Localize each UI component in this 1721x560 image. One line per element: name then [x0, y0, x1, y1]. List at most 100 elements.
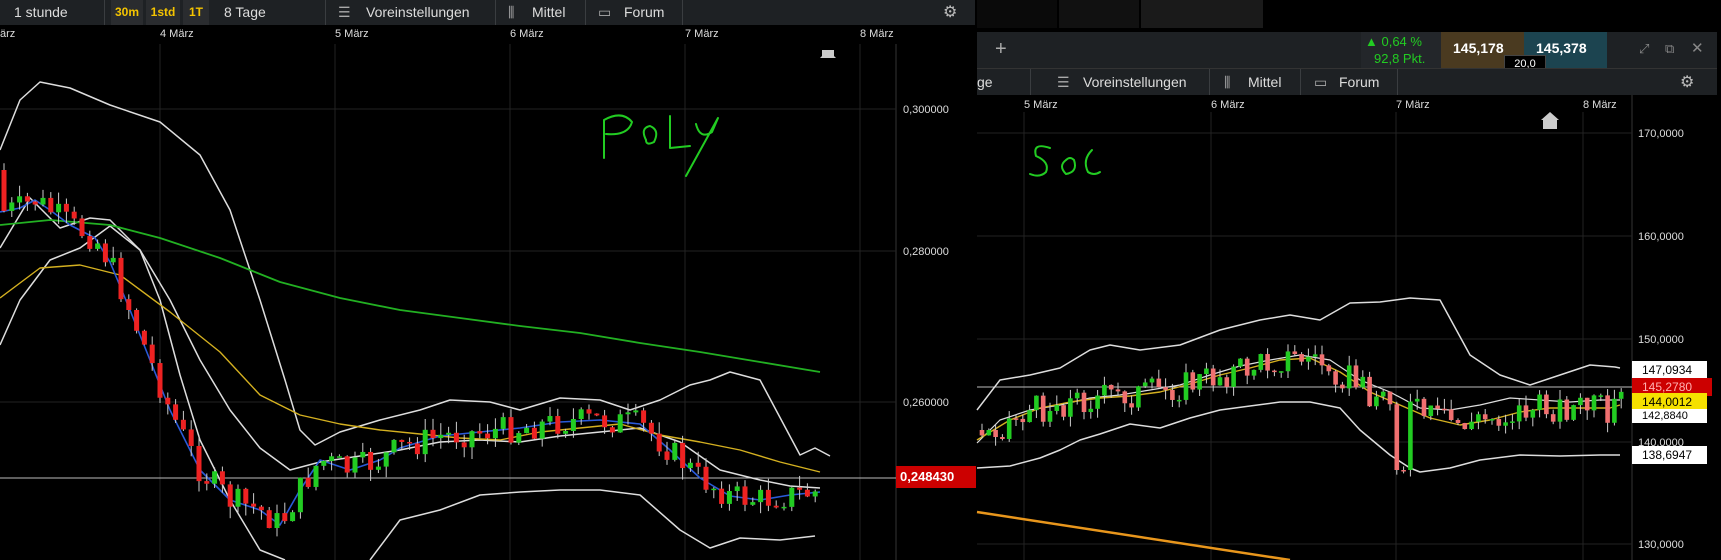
right-candle-body — [1380, 391, 1386, 397]
right-candle-body — [1095, 395, 1100, 409]
right-candle-body — [1306, 356, 1311, 362]
right-candle-body — [1258, 354, 1264, 370]
left-candle-body — [297, 477, 303, 513]
left-candle-body — [430, 429, 436, 439]
right-candle-body — [1442, 408, 1447, 411]
left-candle-body — [126, 299, 132, 311]
right-candle-body — [1557, 399, 1563, 422]
left-candle-body — [695, 462, 701, 467]
date-label-left-5: 8 März — [860, 28, 894, 40]
left-candle-body — [594, 413, 600, 416]
left-candle-body — [555, 416, 561, 434]
left-candle-body — [282, 513, 288, 522]
right-candle-body — [979, 430, 985, 436]
left-candle-body — [672, 442, 678, 460]
right-candle-body — [1081, 392, 1087, 413]
right-candle-body — [1408, 401, 1413, 470]
left-candle-body — [477, 431, 483, 434]
right-candle-body — [1428, 405, 1434, 417]
left-candle-body — [531, 427, 537, 439]
left-candle-body — [352, 457, 358, 473]
left-candle-body — [586, 409, 592, 414]
right-candle-body — [1000, 437, 1005, 439]
left-candle-body — [492, 428, 498, 439]
right-candle-body — [1584, 397, 1590, 411]
left-candle-body — [87, 236, 93, 249]
right-candle-body — [1020, 418, 1026, 423]
left-candle-body — [336, 456, 342, 458]
right-candle-body — [1550, 414, 1556, 422]
right-candle-body — [986, 429, 992, 436]
right-candle-body — [1224, 377, 1230, 387]
left-candle-body — [9, 202, 15, 211]
left-candle-body — [235, 488, 241, 507]
left-candle-body — [500, 417, 506, 429]
right-candle-body — [1312, 354, 1318, 357]
right-candle-body — [1482, 414, 1488, 420]
left-candle-body — [407, 441, 413, 444]
left-candle-body — [414, 443, 420, 455]
right-candle-body — [1054, 405, 1060, 411]
price-label-right-0: 170,0000 — [1638, 128, 1684, 140]
left-candle-body — [219, 471, 225, 485]
right-candle-body — [1591, 395, 1597, 411]
left-candle-body — [773, 505, 779, 508]
right-candle-body — [1448, 409, 1454, 420]
right-candle-body — [1367, 376, 1372, 407]
left-candle-body — [274, 513, 280, 528]
right-home-marker-body — [1543, 120, 1557, 129]
left-home-marker-body — [822, 50, 834, 58]
left-candle-body — [758, 489, 764, 503]
left-candle-body — [79, 218, 85, 237]
date-label-left-0: ärz — [0, 28, 16, 40]
left-candle-body — [141, 330, 147, 345]
left-candle-body — [570, 419, 576, 431]
right-candle-body — [1374, 396, 1379, 407]
right-candle-body — [1476, 414, 1481, 422]
left-candle-body — [711, 488, 717, 491]
right-candle-body — [1489, 419, 1495, 421]
left-candle-body — [258, 506, 264, 511]
right-candle-body — [1190, 372, 1196, 390]
price-label-left-0: 0,300000 — [903, 104, 949, 116]
right-candle-body — [1217, 377, 1223, 386]
right-candle-body — [1571, 405, 1576, 420]
right-candle-body — [1496, 419, 1502, 426]
left-candle-body — [422, 429, 428, 455]
price-label-right-4: 130,0000 — [1638, 539, 1684, 551]
right-candle-body — [1292, 351, 1298, 355]
right-candle-body — [1340, 384, 1345, 389]
tag-lower-mid: 142,8840 — [1632, 409, 1707, 423]
right-candle-body — [1333, 371, 1338, 385]
left-candle-body — [243, 488, 249, 504]
right-candle-body — [1183, 372, 1189, 400]
right-candle-body — [1088, 408, 1094, 413]
left-candle-body — [204, 481, 210, 484]
right-candle-body — [1530, 409, 1536, 418]
date-label-right-2: 7 März — [1396, 99, 1430, 111]
left-candle-body — [212, 471, 218, 484]
right-candle-body — [1503, 422, 1508, 426]
left-candle-body — [391, 439, 397, 453]
left-candle-body — [48, 197, 54, 213]
right-candle-body — [1047, 410, 1053, 422]
right-candle-body — [1176, 399, 1182, 402]
right-candle-body — [1027, 410, 1032, 423]
left-candle-body — [290, 512, 296, 522]
right-candle-body — [1013, 418, 1019, 420]
right-candle-body — [993, 429, 998, 438]
left-candle-body — [617, 414, 623, 433]
left-candle-body — [375, 466, 381, 470]
left-candle-body — [344, 456, 350, 473]
left-candle-body — [383, 452, 389, 467]
right-candle-body — [1401, 470, 1406, 472]
right-candle-body — [1605, 395, 1610, 423]
left-candle-body — [804, 489, 810, 497]
left-candle-body — [196, 445, 202, 482]
left-candle-body — [625, 412, 631, 415]
right-candle-body — [1163, 387, 1168, 390]
left-candle-body — [742, 486, 748, 505]
left-candle-body — [656, 433, 662, 452]
left-candle-body — [687, 462, 693, 469]
left-candle-body — [633, 410, 639, 413]
